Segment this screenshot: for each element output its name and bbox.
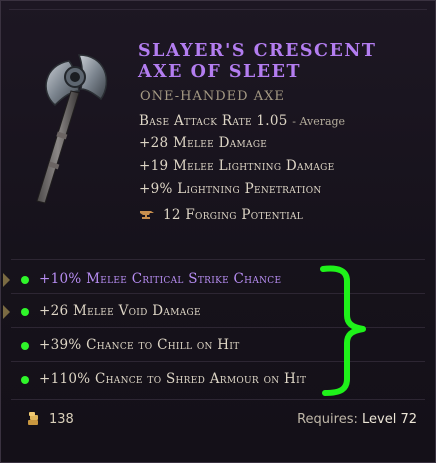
forging-potential-text: 12 Forging Potential <box>163 207 304 223</box>
brace-annotation <box>320 265 366 396</box>
highlight-dot <box>21 308 29 316</box>
attack-rate: Base Attack Rate 1.05 - Average <box>139 113 345 129</box>
implicit-stat: +19 Melee Lightning Damage <box>139 158 335 174</box>
gold-coins-icon <box>28 412 38 425</box>
divider <box>11 399 425 400</box>
implicit-stat: +28 Melee Damage <box>139 135 268 151</box>
gold-value: 138 <box>25 411 74 427</box>
tooltip-frame <box>9 9 427 10</box>
affix-text: +110% Chance to Shred Armour on Hit <box>39 371 307 387</box>
item-type: One-Handed Axe <box>140 89 285 104</box>
attack-rate-tag: - Average <box>292 115 346 128</box>
anvil-icon <box>140 211 154 219</box>
forging-potential: 12 Forging Potential <box>139 207 303 223</box>
affix-arrow-icon <box>3 273 10 287</box>
affix-text: +10% Melee Critical Strike Chance <box>39 271 282 287</box>
gold-amount: 138 <box>49 411 74 427</box>
affix-text: +26 Melee Void Damage <box>39 303 201 319</box>
implicit-stat: +9% Lightning Penetration <box>139 181 322 197</box>
requires-label: Requires: <box>297 412 358 427</box>
highlight-dot <box>21 276 29 284</box>
level-requirement: Requires: Level 72 <box>297 412 417 427</box>
divider <box>11 259 425 260</box>
highlight-dot <box>21 376 29 384</box>
item-tooltip: Slayer's Crescent Axe of Sleet One-Hande… <box>0 0 436 463</box>
highlight-dot <box>21 342 29 350</box>
requires-level: Level 72 <box>362 412 417 427</box>
affix-arrow-icon <box>3 305 10 319</box>
attack-rate-label: Base Attack Rate 1.05 <box>139 113 288 129</box>
affix-text: +39% Chance to Chill on Hit <box>39 337 240 353</box>
item-title: Slayer's Crescent Axe of Sleet <box>138 41 377 82</box>
crescent-axe-icon <box>36 54 108 204</box>
